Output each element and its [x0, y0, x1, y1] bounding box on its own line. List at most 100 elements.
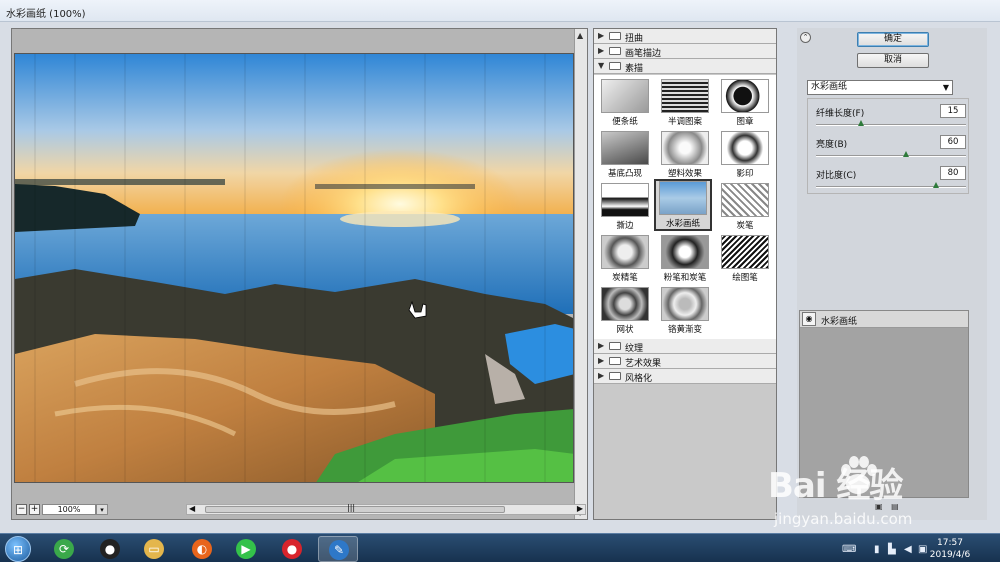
sketch-filter-thumbnails: 便条纸 半调图案 图章 基底凸现 塑料效果 影印 撕边 水彩画纸 炭笔 炭精笔 … — [594, 75, 776, 339]
param-value-input[interactable]: 60 — [940, 135, 966, 149]
preview-image[interactable] — [14, 53, 574, 483]
preview-vertical-scrollbar[interactable]: ▲ ▼ — [574, 29, 587, 519]
system-tray: ⌨ ▮ ▙ ◀ ▣ 17:57 2019/4/6 — [834, 537, 994, 562]
taskbar-app-recorder[interactable]: ● — [272, 536, 312, 562]
preview-horizontal-scrollbar[interactable]: ◀ ||| ▶ — [186, 503, 586, 515]
folder-icon — [609, 372, 621, 380]
filter-thumb-water-paper[interactable]: 水彩画纸 — [654, 179, 712, 231]
filter-select[interactable]: 水彩画纸 ▼ — [807, 80, 953, 95]
param-slider-track[interactable] — [816, 186, 966, 188]
param-fiber-length: 纤维长度(F) 15 — [816, 104, 966, 132]
folder-icon — [609, 32, 621, 40]
eye-icon[interactable]: ◉ — [802, 312, 816, 326]
folder-sketch[interactable]: ▼ 素描 — [594, 59, 776, 74]
filter-thumb-note-paper[interactable]: 便条纸 — [596, 77, 654, 129]
battery-icon[interactable]: ▮ — [874, 544, 880, 555]
filter-thumb-reticulation[interactable]: 网状 — [596, 285, 654, 337]
start-button[interactable]: ⊞ — [5, 536, 31, 562]
qq-penguin-icon: ● — [100, 539, 120, 559]
thumb-label: 塑料效果 — [667, 169, 702, 179]
cancel-button[interactable]: 取消 — [857, 53, 929, 68]
folder-icon — [609, 342, 621, 350]
zoom-out-button[interactable]: − — [16, 504, 27, 515]
windows-logo-icon: ⊞ — [13, 543, 24, 557]
thumb-image — [601, 183, 649, 217]
clock-time[interactable]: 17:57 — [922, 538, 978, 548]
zoom-dropdown-button[interactable]: ▾ — [96, 504, 108, 515]
folder-artistic[interactable]: ▶ 艺术效果 — [594, 354, 776, 369]
thumb-label: 水彩画纸 — [665, 219, 700, 229]
thumb-image — [721, 131, 769, 165]
collapsed-arrow-icon: ▶ — [598, 371, 605, 380]
taskbar-app-firefox[interactable]: ◐ — [182, 536, 222, 562]
open-folder-icon — [609, 62, 621, 70]
watermark-url: jingyan.baidu.com — [774, 510, 913, 528]
filter-thumb-chrome[interactable]: 铬黄渐变 — [656, 285, 714, 337]
windows-taskbar: ⊞ ⟳ ● ▭ ◐ ▶ ● ✎ ⌨ ▮ ▙ ◀ ▣ 17:57 2019/4/6 — [0, 533, 1000, 562]
collapsed-arrow-icon: ▶ — [598, 31, 605, 40]
filter-thumb-conte-crayon[interactable]: 炭精笔 — [596, 233, 654, 285]
folder-label: 艺术效果 — [625, 359, 662, 369]
scroll-right-arrow-icon[interactable]: ▶ — [577, 504, 583, 513]
clock-date[interactable]: 2019/4/6 — [922, 550, 978, 560]
thumb-label: 便条纸 — [612, 117, 638, 127]
thumb-label: 铬黄渐变 — [667, 325, 702, 335]
collapse-gallery-button[interactable]: ⌃ — [800, 32, 811, 43]
slider-knob-icon[interactable] — [903, 151, 909, 157]
param-contrast: 对比度(C) 80 — [816, 166, 966, 194]
circle-arrows-icon: ⟳ — [54, 539, 74, 559]
thumb-image — [601, 131, 649, 165]
thumb-label: 绘图笔 — [732, 273, 758, 283]
thumb-label: 半调图案 — [667, 117, 702, 127]
zoom-level-field[interactable]: 100% — [42, 504, 96, 515]
param-value-input[interactable]: 15 — [940, 104, 966, 118]
filter-thumb-halftone-pattern[interactable]: 半调图案 — [656, 77, 714, 129]
volume-icon[interactable]: ◀ — [904, 544, 912, 555]
window-titlebar: 水彩画纸 (100%) — [0, 0, 1000, 22]
filter-thumb-charcoal[interactable]: 炭笔 — [716, 181, 774, 233]
param-slider-track[interactable] — [816, 124, 966, 126]
thumb-image — [661, 131, 709, 165]
filter-thumb-chalk-charcoal[interactable]: 粉笔和炭笔 — [656, 233, 714, 285]
thumb-label: 粉笔和炭笔 — [663, 273, 707, 283]
taskbar-app-1[interactable]: ⟳ — [44, 536, 84, 562]
slider-knob-icon[interactable] — [858, 120, 864, 126]
thumb-image — [601, 79, 649, 113]
filter-thumb-photocopy[interactable]: 影印 — [716, 129, 774, 181]
param-value-input[interactable]: 80 — [940, 166, 966, 180]
effect-layer-row[interactable]: ◉ 水彩画纸 — [800, 311, 968, 328]
folder-brush-strokes[interactable]: ▶ 画笔描边 — [594, 44, 776, 59]
filter-thumb-plaster[interactable]: 塑料效果 — [656, 129, 714, 181]
param-slider-track[interactable] — [816, 155, 966, 157]
thumb-image — [721, 183, 769, 217]
taskbar-app-explorer[interactable]: ▭ — [134, 536, 174, 562]
folder-distort[interactable]: ▶ 扭曲 — [594, 29, 776, 44]
network-icon[interactable]: ▙ — [888, 544, 896, 555]
filter-thumb-bas-relief[interactable]: 基底凸现 — [596, 129, 654, 181]
filter-gallery: ▶ 扭曲 ▶ 画笔描边 ▼ 素描 便条纸 半调图案 图章 基底凸现 塑料效果 影… — [593, 28, 777, 520]
folder-icon — [609, 47, 621, 55]
slider-knob-icon[interactable] — [933, 182, 939, 188]
expanded-arrow-icon: ▼ — [598, 61, 605, 70]
thumb-label: 炭精笔 — [612, 273, 638, 283]
param-label: 对比度(C) — [816, 171, 857, 181]
scroll-up-arrow-icon[interactable]: ▲ — [577, 31, 583, 40]
filter-select-value: 水彩画纸 — [811, 82, 848, 92]
filter-parameters: 纤维长度(F) 15 亮度(B) 60 对比度(C) 80 — [807, 98, 969, 194]
filter-thumb-stamp[interactable]: 图章 — [716, 77, 774, 129]
zoom-in-button[interactable]: + — [29, 504, 40, 515]
scroll-left-arrow-icon[interactable]: ◀ — [189, 504, 195, 513]
taskbar-app-media[interactable]: ▶ — [226, 536, 266, 562]
record-icon: ● — [282, 539, 302, 559]
keyboard-icon[interactable]: ⌨ — [842, 544, 856, 555]
filter-thumb-graphic-pen[interactable]: 绘图笔 — [716, 233, 774, 285]
thumb-image — [601, 235, 649, 269]
thumb-image — [661, 287, 709, 321]
ok-button[interactable]: 确定 — [857, 32, 929, 47]
taskbar-app-photoshop[interactable]: ✎ — [318, 536, 358, 562]
folder-label: 扭曲 — [625, 34, 644, 44]
folder-texture[interactable]: ▶ 纹理 — [594, 339, 776, 354]
filter-thumb-torn-edges[interactable]: 撕边 — [596, 181, 654, 233]
taskbar-app-qq[interactable]: ● — [90, 536, 130, 562]
folder-stylize[interactable]: ▶ 风格化 — [594, 369, 776, 384]
